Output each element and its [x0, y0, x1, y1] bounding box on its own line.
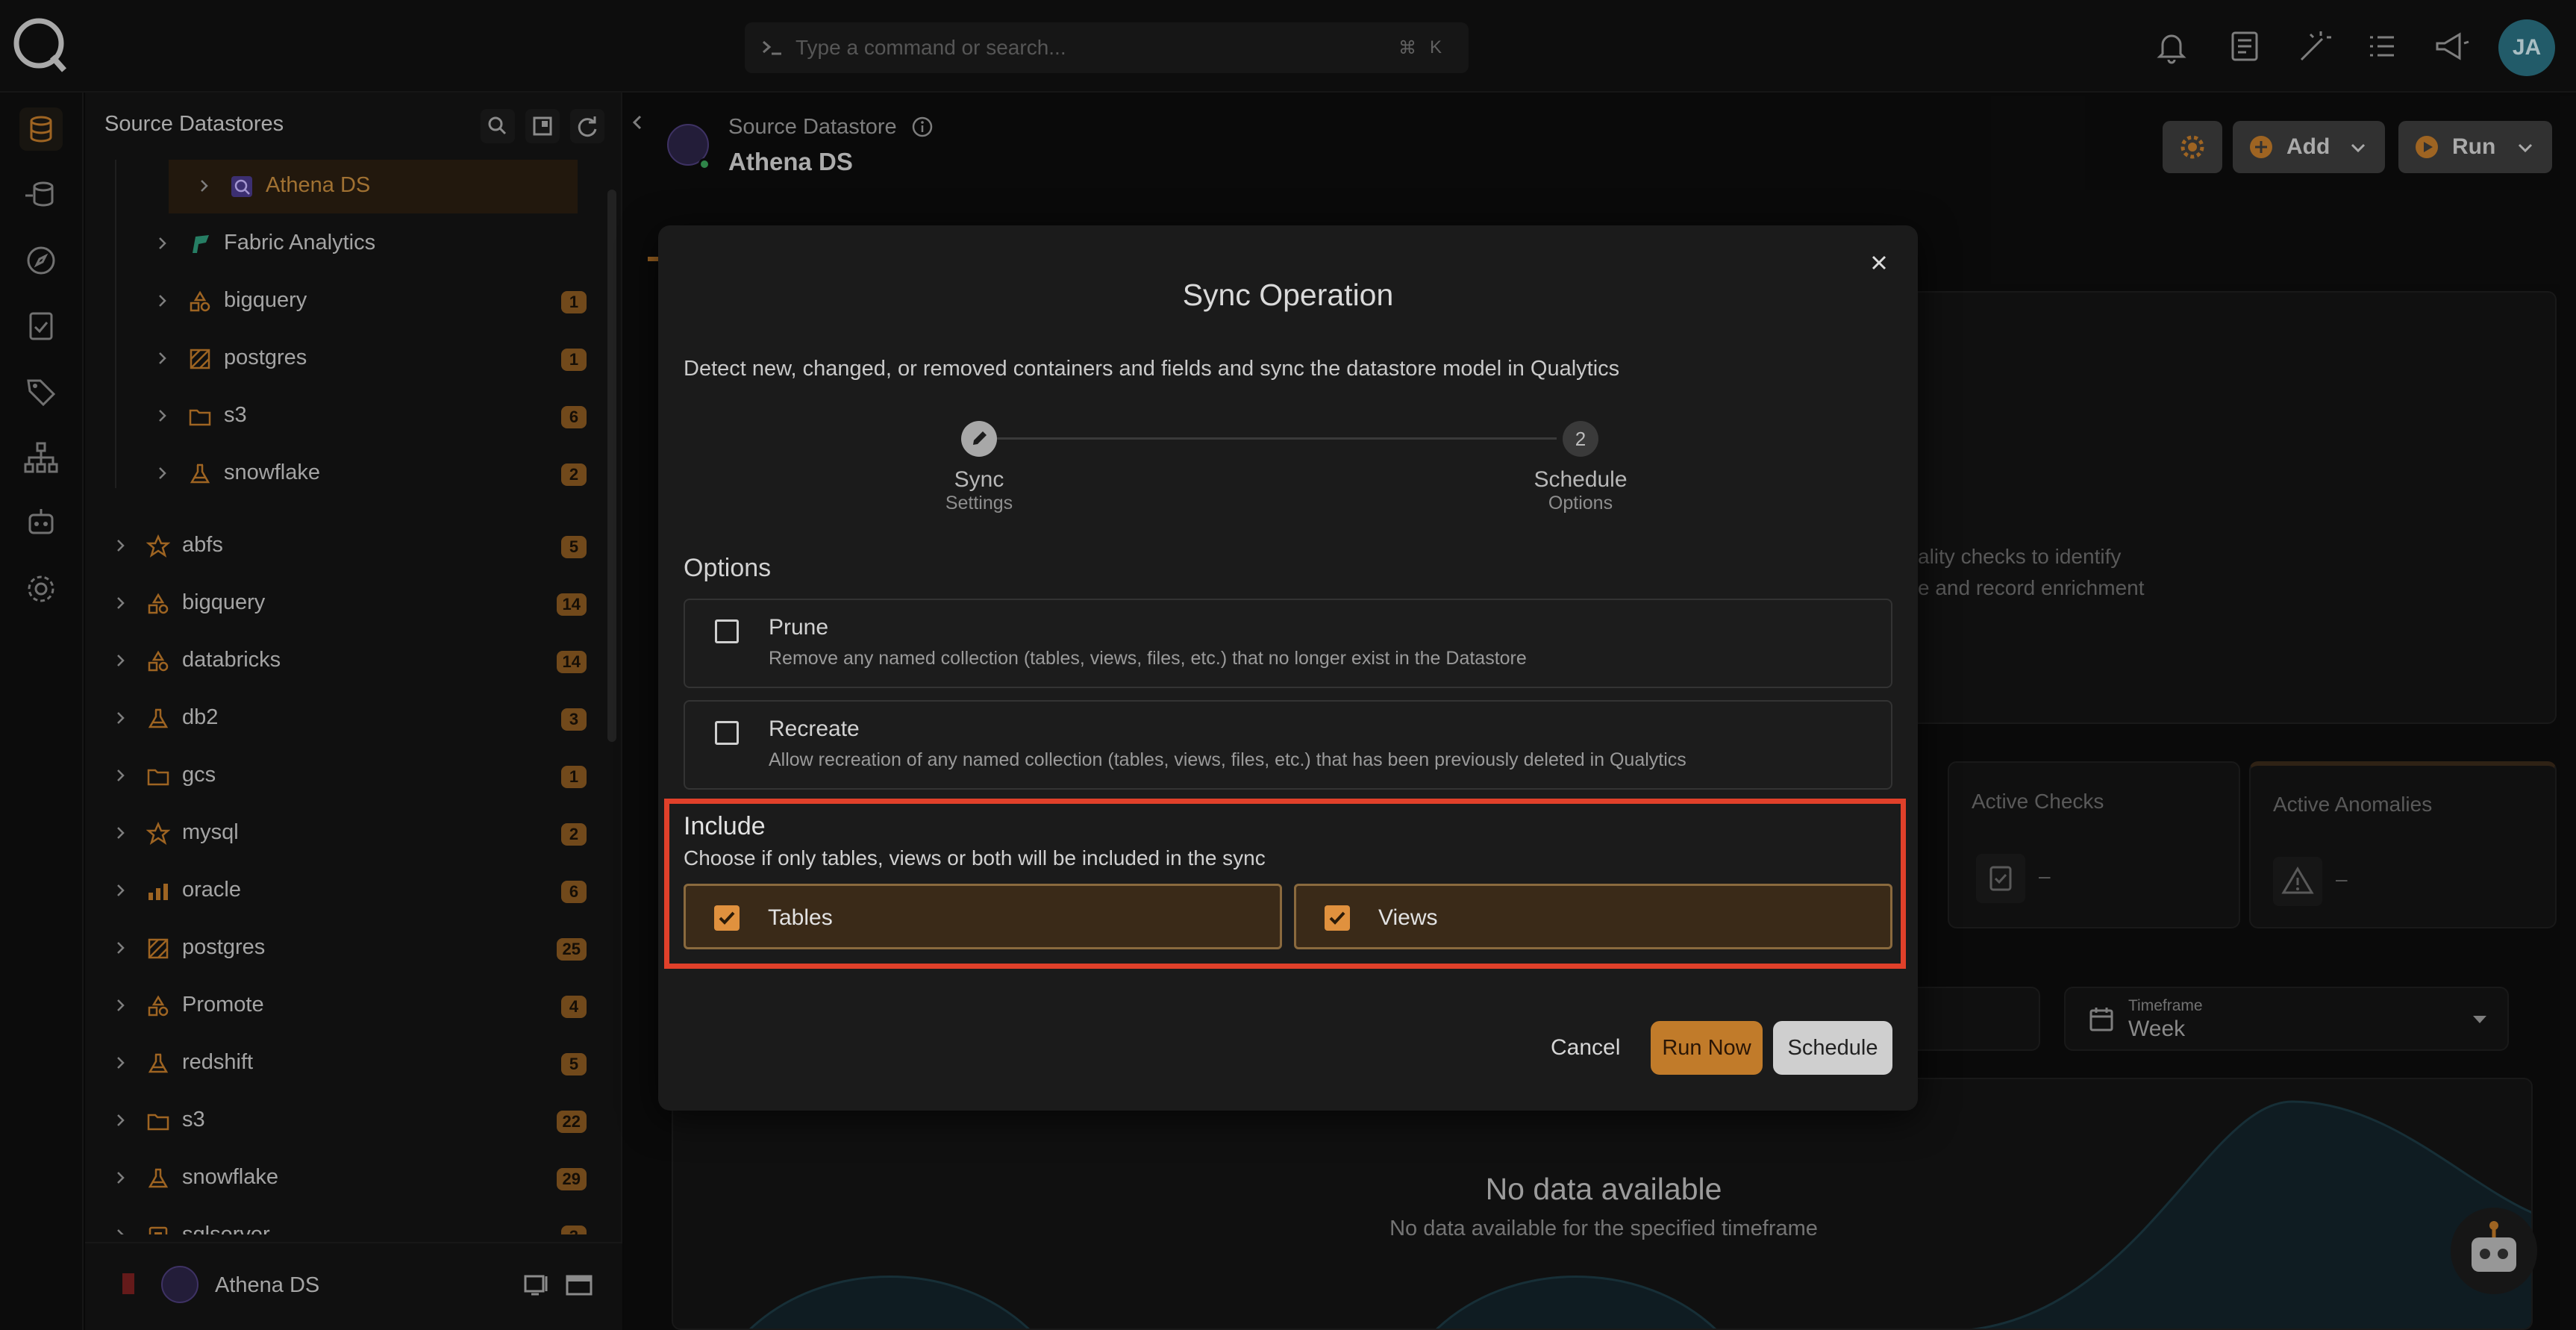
step-1-edit-icon[interactable]	[961, 421, 997, 457]
views-label: Views	[1378, 905, 1438, 930]
include-heading: Include	[684, 812, 766, 840]
schedule-button[interactable]: Schedule	[1773, 1021, 1892, 1075]
prune-option[interactable]: Prune Remove any named collection (table…	[684, 599, 1892, 688]
step-2-number[interactable]: 2	[1563, 421, 1598, 457]
views-option[interactable]: Views	[1294, 884, 1892, 949]
dialog-title: Sync Operation	[1182, 278, 1394, 312]
include-description: Choose if only tables, views or both wil…	[684, 846, 1266, 870]
close-icon[interactable]	[1864, 248, 1894, 278]
step-1-subtitle: Settings	[945, 493, 1013, 513]
run-now-button[interactable]: Run Now	[1651, 1021, 1763, 1075]
sync-operation-dialog: Sync Operation Detect new, changed, or r…	[658, 225, 1918, 1111]
recreate-option[interactable]: Recreate Allow recreation of any named c…	[684, 700, 1892, 790]
views-checkbox[interactable]	[1325, 905, 1350, 931]
prune-checkbox[interactable]	[715, 619, 739, 643]
step-2-title: Schedule	[1534, 467, 1628, 492]
step-1-title: Sync	[954, 467, 1004, 492]
step-2-subtitle: Options	[1548, 493, 1613, 513]
tables-label: Tables	[768, 905, 833, 930]
options-heading: Options	[684, 554, 772, 582]
recreate-checkbox[interactable]	[715, 721, 739, 745]
tables-checkbox[interactable]	[714, 905, 740, 931]
prune-description: Remove any named collection (tables, vie…	[769, 648, 1527, 669]
dialog-description: Detect new, changed, or removed containe…	[684, 357, 1620, 381]
prune-title: Prune	[769, 615, 829, 640]
stepper-line	[990, 437, 1557, 440]
cancel-button[interactable]: Cancel	[1551, 1021, 1620, 1075]
tables-option[interactable]: Tables	[684, 884, 1282, 949]
recreate-description: Allow recreation of any named collection…	[769, 749, 1686, 770]
recreate-title: Recreate	[769, 716, 860, 741]
